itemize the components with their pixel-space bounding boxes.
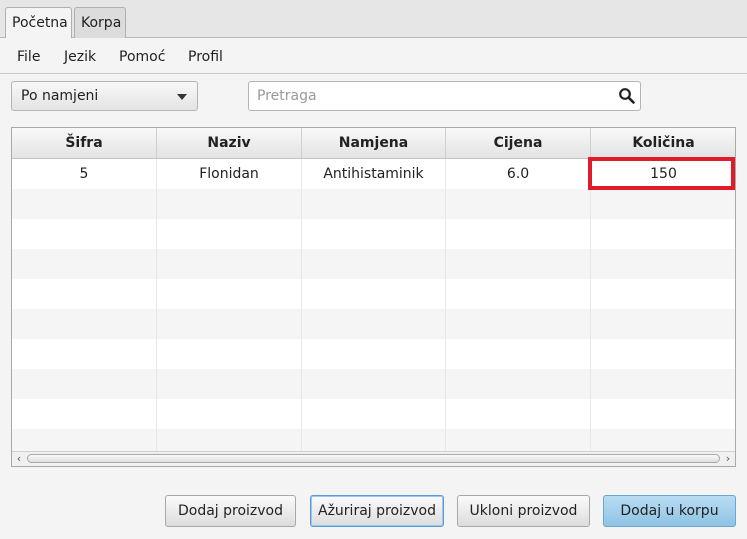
empty-row [12,369,735,399]
products-table: Šifra Naziv Namjena Cijena Količina 5 Fl… [11,127,736,467]
empty-row [12,279,735,309]
column-header-sifra[interactable]: Šifra [12,128,157,158]
horizontal-scrollbar[interactable]: ‹ › [12,451,735,466]
empty-row [12,309,735,339]
search-icon[interactable] [618,87,636,105]
cell-namjena: Antihistaminik [302,159,446,189]
cell-naziv: Flonidan [157,159,302,189]
empty-row [12,189,735,219]
scroll-right-icon[interactable]: › [721,452,735,466]
search-input[interactable] [249,82,609,110]
menu-jezik[interactable]: Jezik [64,38,96,76]
menu-bar: File Jezik Pomoć Profil [0,38,747,74]
add-to-cart-button[interactable]: Dodaj u korpu [603,495,736,527]
tab-korpa[interactable]: Korpa [74,7,126,38]
column-header-kolicina[interactable]: Količina [591,128,735,158]
tab-pocetna[interactable]: Početna [5,7,72,39]
empty-row [12,249,735,279]
cell-kolicina[interactable]: 150 [591,159,735,189]
cell-cijena: 6.0 [446,159,591,189]
cell-sifra: 5 [12,159,157,189]
remove-product-button[interactable]: Ukloni proizvod [457,495,590,527]
add-product-button[interactable]: Dodaj proizvod [165,495,296,527]
update-product-button[interactable]: Ažuriraj proizvod [310,495,444,527]
empty-row [12,339,735,369]
tab-bar: Početna Korpa [0,0,747,39]
menu-file[interactable]: File [17,38,40,76]
column-header-namjena[interactable]: Namjena [302,128,446,158]
scrollbar-thumb[interactable] [27,454,720,463]
table-header: Šifra Naziv Namjena Cijena Količina [12,128,735,159]
menu-pomoc[interactable]: Pomoć [119,38,165,76]
scroll-left-icon[interactable]: ‹ [12,452,26,466]
chevron-down-icon [177,94,187,100]
column-header-naziv[interactable]: Naziv [157,128,302,158]
empty-row [12,399,735,429]
search-box [248,81,641,111]
empty-row [12,219,735,249]
filter-dropdown[interactable]: Po namjeni [11,81,198,111]
table-row[interactable]: 5 Flonidan Antihistaminik 6.0 150 [12,159,735,189]
column-header-cijena[interactable]: Cijena [446,128,591,158]
menu-profil[interactable]: Profil [188,38,223,76]
filter-selected-value: Po namjeni [21,88,99,104]
